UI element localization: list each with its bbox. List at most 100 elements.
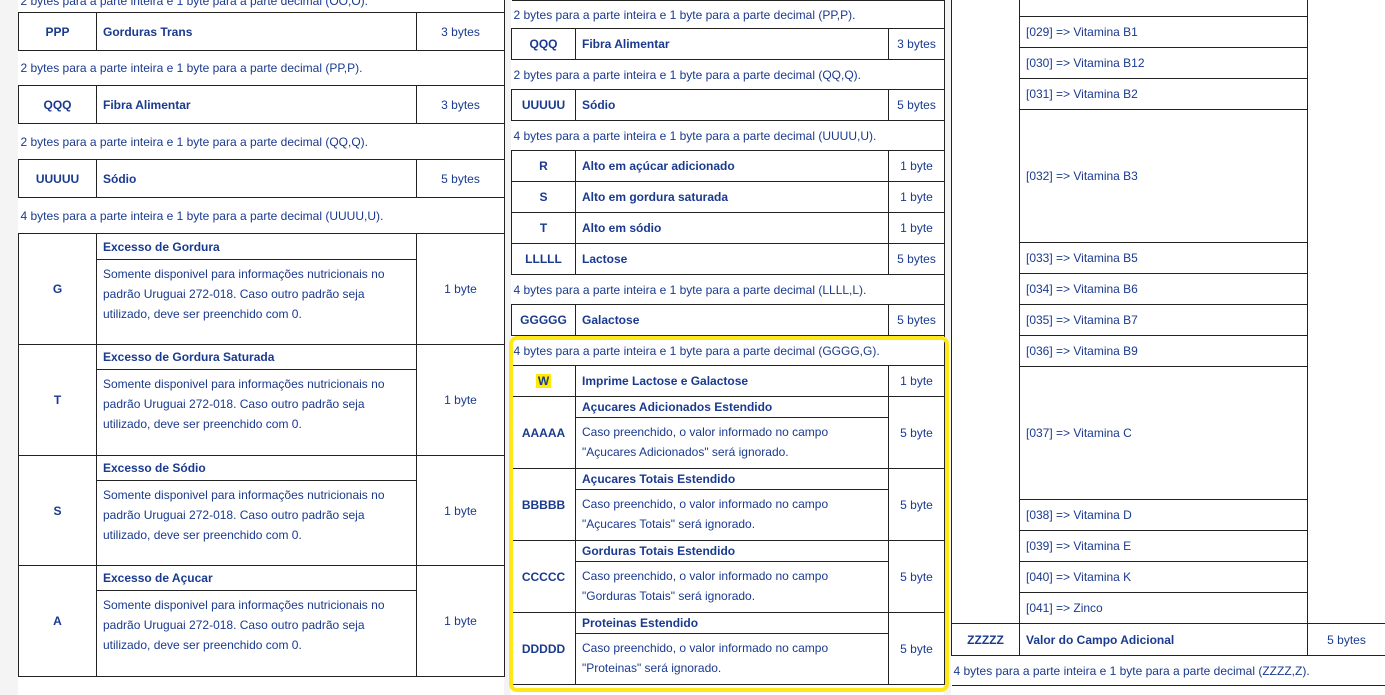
field-name: Gorduras Trans bbox=[96, 12, 417, 51]
field-description: Somente disponivel para informações nutr… bbox=[96, 259, 417, 345]
decimal-note: 2 bytes para a parte inteira e 1 byte pa… bbox=[18, 123, 506, 160]
field-size: 5 bytes bbox=[887, 243, 946, 275]
field-code: CCCCC bbox=[511, 540, 576, 613]
decimal-note: 4 bytes para a parte inteira e 1 byte pa… bbox=[18, 197, 506, 234]
right-spec-table: [029] => Vitamina B1 [030] => Vitamina B… bbox=[951, 0, 1385, 686]
field-code: LLLLL bbox=[511, 243, 576, 275]
decimal-note: 4 bytes para a parte inteira e 1 byte pa… bbox=[511, 335, 946, 366]
option-item: [036] => Vitamina B9 bbox=[1019, 335, 1308, 367]
field-size: 1 byte bbox=[415, 344, 506, 456]
field-code: R bbox=[511, 150, 576, 182]
field-name: Excesso de Açucar bbox=[96, 565, 417, 591]
field-size: 5 bytes bbox=[1307, 623, 1385, 656]
field-size: 1 byte bbox=[415, 455, 506, 566]
option-item: [035] => Vitamina B7 bbox=[1019, 304, 1308, 336]
option-item: [034] => Vitamina B6 bbox=[1019, 273, 1308, 305]
field-name: Proteinas Estendido bbox=[575, 612, 889, 634]
field-size: 1 byte bbox=[887, 365, 946, 397]
field-name: Excesso de Sódio bbox=[96, 455, 417, 481]
empty-code-cell bbox=[951, 0, 1020, 624]
field-size: 5 byte bbox=[887, 612, 946, 685]
option-item: [032] => Vitamina B3 bbox=[1019, 109, 1308, 243]
field-name: Excesso de Gordura bbox=[96, 233, 417, 260]
decimal-note: 2 bytes para a parte inteira e 1 byte pa… bbox=[511, 59, 946, 90]
option-item: [040] => Vitamina K bbox=[1019, 561, 1308, 593]
field-name: Alto em açúcar adicionado bbox=[575, 150, 889, 182]
field-name: Açucares Adicionados Estendido bbox=[575, 396, 889, 418]
option-item: [030] => Vitamina B12 bbox=[1019, 47, 1308, 79]
field-description: Somente disponivel para informações nutr… bbox=[96, 369, 417, 456]
field-description: Somente disponivel para informações nutr… bbox=[96, 480, 417, 566]
option-item: [029] => Vitamina B1 bbox=[1019, 16, 1308, 48]
middle-spec-column: 2 bytes para a parte inteira e 1 byte pa… bbox=[511, 0, 946, 695]
decimal-note: 4 bytes para a parte inteira e 1 byte pa… bbox=[511, 120, 946, 151]
field-size: 1 byte bbox=[415, 233, 506, 345]
field-name: Açucares Totais Estendido bbox=[575, 468, 889, 490]
field-name: Excesso de Gordura Saturada bbox=[96, 344, 417, 370]
field-name: Sódio bbox=[575, 89, 889, 121]
field-code: UUUUU bbox=[18, 159, 97, 198]
field-size: 3 bytes bbox=[415, 85, 506, 124]
middle-spec-table: 2 bytes para a parte inteira e 1 byte pa… bbox=[511, 0, 946, 685]
field-description: Somente disponivel para informações nutr… bbox=[96, 590, 417, 677]
decimal-note: 2 bytes para a parte inteira e 1 byte pa… bbox=[18, 0, 506, 13]
field-description: Caso preenchido, o valor informado no ca… bbox=[575, 561, 889, 613]
field-name: Imprime Lactose e Galactose bbox=[575, 365, 889, 397]
field-code: G bbox=[18, 233, 97, 345]
empty-size-cell bbox=[1307, 0, 1385, 624]
field-code: AAAAA bbox=[511, 396, 576, 469]
field-size: 5 byte bbox=[887, 540, 946, 613]
field-code: QQQ bbox=[511, 28, 576, 60]
field-code: T bbox=[18, 344, 97, 456]
field-name: Lactose bbox=[575, 243, 889, 275]
field-code: UUUUU bbox=[511, 89, 576, 121]
decimal-note: 4 bytes para a parte inteira e 1 byte pa… bbox=[951, 655, 1385, 686]
field-code: QQQ bbox=[18, 85, 97, 124]
field-code: ZZZZZ bbox=[951, 623, 1020, 656]
field-code: PPP bbox=[18, 12, 97, 51]
left-spec-column: 2 bytes para a parte inteira e 1 byte pa… bbox=[18, 0, 506, 695]
field-code: S bbox=[511, 181, 576, 213]
field-size: 1 byte bbox=[415, 565, 506, 677]
field-name: Sódio bbox=[96, 159, 417, 198]
option-item: [037] => Vitamina C bbox=[1019, 366, 1308, 500]
field-size: 5 byte bbox=[887, 468, 946, 541]
field-name: Fibra Alimentar bbox=[96, 85, 417, 124]
option-item: [039] => Vitamina E bbox=[1019, 530, 1308, 562]
cut-off-row bbox=[1019, 0, 1308, 17]
field-name: Fibra Alimentar bbox=[575, 28, 889, 60]
left-spec-table: 2 bytes para a parte inteira e 1 byte pa… bbox=[18, 0, 506, 677]
field-description: Caso preenchido, o valor informado no ca… bbox=[575, 417, 889, 469]
option-item: [038] => Vitamina D bbox=[1019, 499, 1308, 531]
field-description: Caso preenchido, o valor informado no ca… bbox=[575, 489, 889, 541]
field-code: BBBBB bbox=[511, 468, 576, 541]
field-size: 1 byte bbox=[887, 181, 946, 213]
option-item: [033] => Vitamina B5 bbox=[1019, 242, 1308, 274]
field-size: 3 bytes bbox=[415, 12, 506, 51]
field-code: DDDDD bbox=[511, 612, 576, 685]
field-code: T bbox=[511, 212, 576, 244]
decimal-note: 2 bytes para a parte inteira e 1 byte pa… bbox=[511, 0, 946, 29]
field-name: Valor do Campo Adicional bbox=[1019, 623, 1308, 656]
field-code: A bbox=[18, 565, 97, 677]
highlighted-code: W bbox=[535, 374, 552, 388]
field-name: Galactose bbox=[575, 304, 889, 336]
field-code: S bbox=[18, 455, 97, 566]
field-size: 5 bytes bbox=[887, 304, 946, 336]
field-size: 3 bytes bbox=[887, 28, 946, 60]
field-size: 5 bytes bbox=[887, 89, 946, 121]
field-size: 1 byte bbox=[887, 150, 946, 182]
decimal-note: 2 bytes para a parte inteira e 1 byte pa… bbox=[18, 50, 506, 86]
field-code: GGGGG bbox=[511, 304, 576, 336]
field-size: 5 bytes bbox=[415, 159, 506, 198]
field-code: W bbox=[511, 365, 576, 397]
field-name: Alto em sódio bbox=[575, 212, 889, 244]
field-size: 5 byte bbox=[887, 396, 946, 469]
right-spec-column: [029] => Vitamina B1 [030] => Vitamina B… bbox=[951, 0, 1385, 695]
option-item: [031] => Vitamina B2 bbox=[1019, 78, 1308, 110]
field-name: Alto em gordura saturada bbox=[575, 181, 889, 213]
option-item: [041] => Zinco bbox=[1019, 592, 1308, 624]
decimal-note: 4 bytes para a parte inteira e 1 byte pa… bbox=[511, 274, 946, 305]
field-name: Gorduras Totais Estendido bbox=[575, 540, 889, 562]
field-description: Caso preenchido, o valor informado no ca… bbox=[575, 633, 889, 685]
